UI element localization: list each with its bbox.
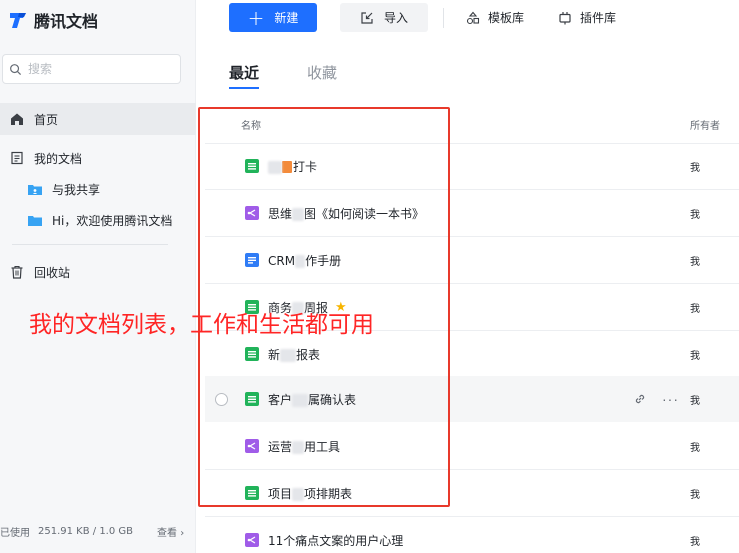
file-name[interactable]: 11个痛点文案的用户心理 xyxy=(268,532,403,549)
plus-icon: + xyxy=(247,5,265,30)
storage-used-value: 251.91 KB / 1.0 GB xyxy=(38,526,134,537)
trash-icon xyxy=(10,265,24,279)
tencent-docs-logo-icon xyxy=(10,13,26,28)
plugins-button[interactable]: 插件库 xyxy=(558,3,616,32)
owner: 我 xyxy=(690,350,700,362)
document-icon xyxy=(10,151,24,165)
plugins-icon xyxy=(559,11,571,24)
toolbar-divider xyxy=(443,8,444,28)
owner: 我 xyxy=(690,209,700,221)
sidebar-item-label: 回收站 xyxy=(34,265,71,280)
home-icon xyxy=(10,112,24,126)
table-row[interactable]: 11个痛点文案的用户心理 我 xyxy=(205,517,739,553)
sidebar-divider xyxy=(12,244,168,245)
annotation-text: 我的文档列表，工作和生活都可用 xyxy=(29,312,374,338)
search-icon xyxy=(10,63,22,75)
owner: 我 xyxy=(690,489,700,501)
templates-icon xyxy=(466,11,480,24)
sidebar-item-welcome-folder[interactable]: Hi，欢迎使用腾讯文档 xyxy=(0,204,196,236)
sidebar: 腾讯文档 首页 我的文档 与我共享 Hi，欢迎使用腾讯文档 回收站 xyxy=(0,0,196,553)
owner: 我 xyxy=(690,256,700,268)
shared-folder-icon xyxy=(28,184,42,195)
templates-label: 模板库 xyxy=(488,11,525,25)
link-icon[interactable] xyxy=(633,392,647,406)
sidebar-item-label: Hi，欢迎使用腾讯文档 xyxy=(52,213,173,228)
more-options-icon[interactable]: ··· xyxy=(662,391,679,407)
search-input[interactable] xyxy=(28,62,168,76)
plugins-label: 插件库 xyxy=(580,11,617,25)
owner: 我 xyxy=(690,442,700,454)
app-name: 腾讯文档 xyxy=(34,12,99,31)
owner: 我 xyxy=(690,162,700,174)
storage-view-link[interactable]: 查看 › xyxy=(157,524,184,539)
import-button[interactable]: 导入 xyxy=(340,3,428,32)
owner: 我 xyxy=(690,303,700,315)
active-tab-indicator xyxy=(229,87,259,89)
storage-used-label: 已使用 xyxy=(0,528,30,539)
owner: 我 xyxy=(690,536,700,548)
templates-button[interactable]: 模板库 xyxy=(466,3,524,32)
mindmap-icon xyxy=(245,533,259,547)
tab-recent[interactable]: 最近 xyxy=(229,62,259,83)
sidebar-item-home[interactable]: 首页 xyxy=(0,103,196,135)
sidebar-item-label: 与我共享 xyxy=(52,182,101,197)
import-button-label: 导入 xyxy=(383,11,408,25)
search-box[interactable] xyxy=(2,54,181,84)
new-button[interactable]: + 新建 xyxy=(229,3,317,32)
tab-favorites[interactable]: 收藏 xyxy=(307,62,337,83)
sidebar-item-shared[interactable]: 与我共享 xyxy=(0,173,196,205)
sidebar-item-trash[interactable]: 回收站 xyxy=(0,256,196,288)
column-header-owner[interactable]: 所有者 xyxy=(690,117,720,132)
import-icon xyxy=(361,11,373,24)
brand[interactable]: 腾讯文档 xyxy=(8,8,98,32)
sidebar-item-label: 我的文档 xyxy=(34,151,83,166)
folder-icon xyxy=(28,215,42,226)
sidebar-item-label: 首页 xyxy=(34,112,59,127)
owner: 我 xyxy=(690,395,700,407)
new-button-label: 新建 xyxy=(274,11,299,25)
sidebar-item-my-docs[interactable]: 我的文档 xyxy=(0,142,196,174)
storage-usage: 已使用 251.91 KB / 1.0 GB 查看 › xyxy=(0,524,196,539)
